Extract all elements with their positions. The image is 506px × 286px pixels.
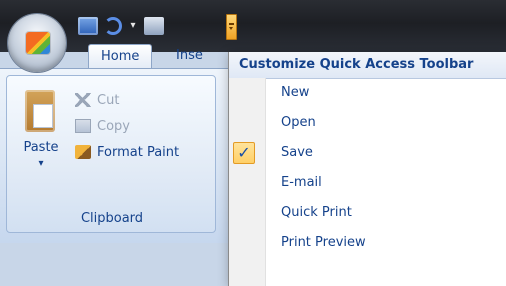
quick-access-toolbar: ▾ [78,14,164,38]
print-icon[interactable] [144,17,164,35]
copy-icon [75,119,91,133]
menu-item-new[interactable]: New [229,78,506,108]
chevron-down-icon: ▾ [38,158,44,169]
save-icon[interactable] [78,17,98,35]
menu-item-label: Save [281,145,313,160]
menu-item-label: New [281,85,310,100]
cut-icon [75,93,91,107]
clipboard-group-label: Clipboard [80,211,144,226]
clipboard-group: Paste ▾ Cut Copy Format Paint Clipboard [6,75,216,233]
customize-quick-access-toolbar-button[interactable] [226,14,237,40]
paste-icon [25,90,55,132]
cut-label: Cut [97,92,120,108]
tab-home[interactable]: Home [88,44,153,69]
cut-button[interactable]: Cut [75,90,119,110]
menu-title: Customize Quick Access Toolbar [229,52,506,79]
copy-button[interactable]: Copy [75,116,130,136]
copy-label: Copy [97,118,130,134]
customize-quick-access-menu: Customize Quick Access Toolbar New Open … [228,52,506,286]
menu-item-label: Quick Print [281,205,352,220]
menu-item-label: Print Preview [281,235,366,250]
format-painter-button[interactable]: Format Paint [75,142,179,162]
menu-item-quick-print[interactable]: Quick Print [229,198,506,228]
menu-item-print-preview[interactable]: Print Preview [229,228,506,258]
office-button[interactable] [8,14,66,72]
paste-button[interactable]: Paste ▾ [17,86,65,180]
paste-label: Paste [23,140,59,155]
tab-insert[interactable]: Inse [164,44,215,68]
menu-item-open[interactable]: Open [229,108,506,138]
menu-item-email[interactable]: E-mail [229,168,506,198]
chevron-down-icon[interactable]: ▾ [128,17,138,35]
format-painter-icon [75,145,91,159]
checkmark-icon: ✓ [237,143,251,162]
menu-item-label: E-mail [281,175,322,190]
menu-item-save[interactable]: ✓ Save [229,138,506,168]
undo-icon[interactable] [104,17,122,35]
format-painter-label: Format Paint [97,144,180,160]
menu-item-label: Open [281,115,316,130]
office-logo-icon [26,32,50,54]
